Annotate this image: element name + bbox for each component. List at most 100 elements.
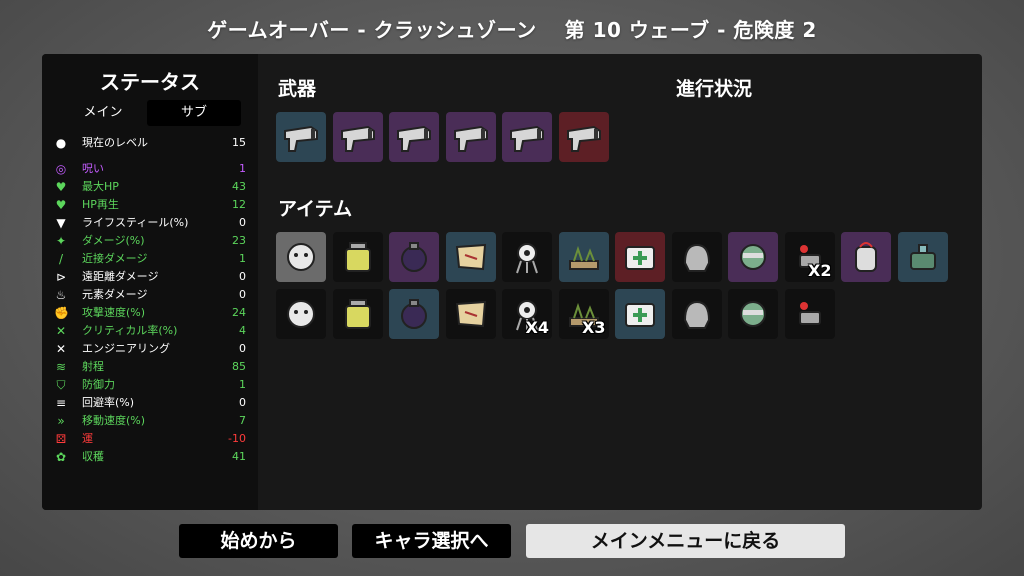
stat-row[interactable]: ✕ エンジニアリング 0 [54,340,250,358]
pencil-graphic [798,302,821,325]
bill-icon[interactable]: X3 [558,289,609,339]
medkit-icon[interactable] [615,232,665,282]
red-pistol-icon[interactable] [558,112,609,162]
sauce-bottle-graphic [625,303,655,327]
stat-row[interactable]: ⚄ 運 -10 [54,430,250,448]
stat-row[interactable]: » 移動速度(%) 7 [54,412,250,430]
tab-sub[interactable]: サブ [147,100,241,126]
main-menu-button[interactable]: メインメニューに戻る [526,524,845,558]
items-heading: アイテム [278,198,353,220]
armor-icon: ⛉ [56,378,66,392]
stats-panel: ステータス メイン サブ ● 現在のレベル 15 ◎ 呪い 1 ♥ 最大HP 43 ♥ HP再生 12… [42,54,258,510]
lemonade-icon[interactable] [332,232,383,282]
progress-heading: 進行状況 [676,78,753,100]
stat-label: 射程 [82,360,104,373]
garden-graphic [568,245,599,270]
stat-label: 現在のレベル [82,136,148,149]
stat-label: 防御力 [82,378,115,391]
item-count: X2 [808,261,832,280]
stat-label: 元素ダメージ [82,288,148,301]
stat-label: 近接ダメージ [82,252,148,265]
turret-icon[interactable]: X2 [784,232,835,282]
curse-icon: ◎ [55,162,67,176]
rocket-icon[interactable]: X4 [502,289,552,339]
stat-row[interactable]: ✊ 攻撃速度(%) 24 [54,304,250,322]
tab-main[interactable]: メイン [56,100,150,126]
restart-button[interactable]: 始めから [179,524,338,558]
stat-row[interactable]: ◎ 呪い 1 [54,160,250,178]
stat-row[interactable]: / 近接ダメージ 1 [54,250,250,268]
page-title: ゲームオーバー - クラッシュゾーン 第 10 ウェーブ - 危険度 2 [207,18,817,42]
stat-row[interactable]: ♥ HP再生 12 [54,196,250,214]
double-barrel-gun-graphic [340,125,375,152]
weapons-heading: 武器 [278,78,317,100]
double-barrel-gun-icon[interactable] [332,112,383,162]
treasure-map-icon[interactable] [445,232,496,282]
revolver-icon[interactable] [389,112,439,162]
item-count: X4 [525,318,549,337]
stat-row[interactable]: ▼ ライフスティール(%) 0 [54,214,250,232]
smg-graphic [453,125,488,152]
robot-icon[interactable] [897,232,948,282]
level-icon: ● [55,136,67,150]
garden-icon[interactable] [558,232,609,282]
helmet-icon[interactable] [671,232,722,282]
stat-value: 24 [232,306,246,319]
character-select-button[interactable]: キャラ選択へ [352,524,511,558]
smg-icon[interactable] [445,112,496,162]
stone-circle-icon[interactable] [389,289,439,339]
bomb-bag-graphic [401,242,427,272]
stat-label: 攻撃速度(%) [82,306,146,319]
luck-icon: ⚄ [55,432,67,446]
stats-title: ステータス [100,70,200,94]
megaphone-gun-icon[interactable] [276,112,326,162]
stat-value: 0 [239,396,246,409]
lizard-icon[interactable] [276,289,326,339]
lemonade-graphic [344,242,371,272]
coffee-cup-icon[interactable] [671,289,722,339]
stat-row[interactable]: ✕ クリティカル率(%) 4 [54,322,250,340]
stat-row[interactable]: ✿ 収穫 41 [54,448,250,466]
stat-label: ダメージ(%) [82,234,145,247]
stone-circle-graphic [401,299,427,329]
stat-row[interactable]: ≋ 射程 85 [54,358,250,376]
melee-icon: / [58,252,64,266]
pencil-icon[interactable] [784,289,835,339]
stat-row[interactable]: ≡ 回避率(%) 0 [54,394,250,412]
stat-row[interactable]: ● 現在のレベル 15 [54,134,250,152]
medkit-graphic [625,246,655,270]
hp-regen-icon: ♥ [55,198,67,212]
smg-icon-2[interactable] [502,112,552,162]
stat-row[interactable]: ⊳ 遠距離ダメージ 0 [54,268,250,286]
sauce-bottle-icon[interactable] [615,289,665,339]
stat-list: ● 現在のレベル 15 ◎ 呪い 1 ♥ 最大HP 43 ♥ HP再生 12 ▼ ライフスティール(%) 0… [54,134,250,466]
revolver-graphic [397,125,431,152]
stat-value: 0 [239,342,246,355]
engineering-icon: ✕ [55,342,67,356]
stat-row[interactable]: ✦ ダメージ(%) 23 [54,232,250,250]
weapon-list [276,112,615,162]
stat-label: ライフスティール(%) [82,216,189,229]
cat-icon[interactable] [445,289,496,339]
stat-row[interactable]: ♥ 最大HP 43 [54,178,250,196]
target-dummy-icon[interactable] [502,232,552,282]
ranged-icon: ⊳ [55,270,67,284]
lizard-graphic [287,300,315,328]
stat-label: 収穫 [82,450,104,463]
stat-value: 0 [239,288,246,301]
jar-icon[interactable] [841,232,891,282]
snowman-hat-icon[interactable] [276,232,326,282]
tree-graphic [344,299,371,329]
zombie-head-icon[interactable] [728,232,778,282]
tree-icon[interactable] [332,289,383,339]
stat-label: クリティカル率(%) [82,324,178,337]
stat-label: 呪い [82,162,104,175]
stat-value: 7 [239,414,246,427]
stat-row[interactable]: ♨ 元素ダメージ 0 [54,286,250,304]
stat-row[interactable]: ⛉ 防御力 1 [54,376,250,394]
bomb-bag-icon[interactable] [389,232,439,282]
boxing-glove-icon[interactable] [728,289,778,339]
stat-value: 15 [232,136,246,149]
stat-value: 1 [239,378,246,391]
boxing-glove-graphic [740,301,766,327]
